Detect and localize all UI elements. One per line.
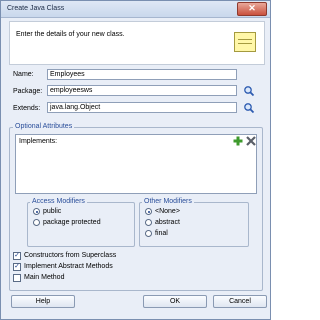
main-method-label: Main Method [24,274,65,281]
package-field[interactable]: employeesws [47,85,237,96]
extends-label: Extends: [13,105,41,112]
search-icon[interactable] [243,85,255,97]
main-method-checkbox[interactable] [13,274,21,282]
note-icon [234,32,256,52]
window-title: Create Java Class [7,5,65,12]
extends-field[interactable]: java.lang.Object [47,102,237,113]
add-icon[interactable] [233,136,243,146]
package-protected-label: package protected [43,219,101,226]
title-bar: Create Java Class ✕ [1,1,270,18]
close-button[interactable]: ✕ [237,2,267,16]
abstract-label: abstract [155,219,180,226]
help-button[interactable]: Help [11,295,75,308]
implements-list[interactable]: Implements: [15,134,257,194]
final-label: final [155,230,168,237]
package-protected-radio[interactable] [33,219,40,226]
final-radio[interactable] [145,230,152,237]
name-label: Name: [13,71,34,78]
implements-label: Implements: [19,138,58,145]
remove-icon[interactable] [246,136,256,146]
package-label: Package: [13,88,43,95]
constructors-checkbox[interactable]: ✓ [13,252,21,260]
name-field[interactable]: Employees [47,69,237,80]
other-modifiers-title: Other Modifiers [142,198,194,205]
constructors-label: Constructors from Superclass [24,252,117,259]
optional-attributes-title: Optional Attributes [13,123,75,130]
none-label: <None> [155,208,180,215]
close-icon: ✕ [248,3,256,13]
abstract-methods-checkbox[interactable]: ✓ [13,263,21,271]
create-java-class-dialog: Create Java Class ✕ Enter the details of… [0,0,271,320]
access-modifiers-title: Access Modifiers [30,198,87,205]
public-radio[interactable] [33,208,40,215]
header-text: Enter the details of your new class. [16,31,125,38]
abstract-radio[interactable] [145,219,152,226]
abstract-methods-label: Implement Abstract Methods [24,263,113,270]
ok-button[interactable]: OK [143,295,207,308]
none-radio[interactable] [145,208,152,215]
public-label: public [43,208,62,215]
cancel-button[interactable]: Cancel [213,295,267,308]
header-panel: Enter the details of your new class. [9,21,265,65]
search-icon[interactable] [243,102,255,114]
